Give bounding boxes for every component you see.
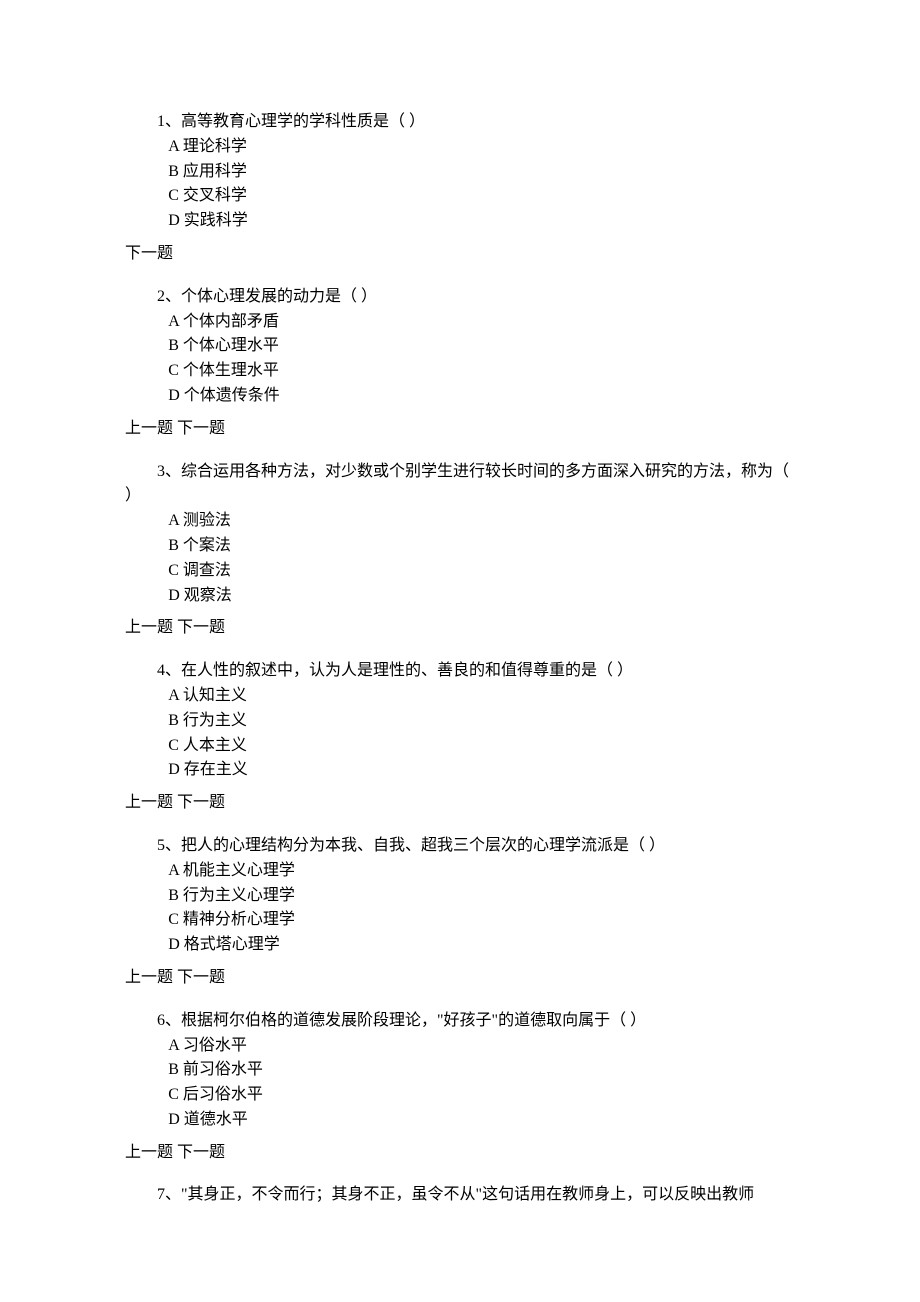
question-6-option-b: B 前习俗水平 (125, 1058, 795, 1083)
nav-2: 上一题 下一题 (125, 417, 795, 442)
next-link[interactable]: 下一题 (177, 969, 225, 986)
document-page: 1、高等教育心理学的学科性质是（ ） A 理论科学 B 应用科学 C 交叉科学 … (0, 0, 920, 1276)
next-link[interactable]: 下一题 (125, 245, 173, 262)
question-5-stem: 5、把人的心理结构分为本我、自我、超我三个层次的心理学流派是（ ） (125, 834, 795, 859)
question-2-option-b: B 个体心理水平 (125, 334, 795, 359)
question-5-option-a: A 机能主义心理学 (125, 859, 795, 884)
question-1-stem: 1、高等教育心理学的学科性质是（ ） (125, 110, 795, 135)
nav-4: 上一题 下一题 (125, 791, 795, 816)
question-6-stem: 6、根据柯尔伯格的道德发展阶段理论，"好孩子"的道德取向属于（ ） (125, 1009, 795, 1034)
question-5: 5、把人的心理结构分为本我、自我、超我三个层次的心理学流派是（ ） A 机能主义… (125, 834, 795, 958)
question-1-option-c: C 交叉科学 (125, 184, 795, 209)
question-1: 1、高等教育心理学的学科性质是（ ） A 理论科学 B 应用科学 C 交叉科学 … (125, 110, 795, 234)
question-3-option-d: D 观察法 (125, 584, 795, 609)
question-5-option-d: D 格式塔心理学 (125, 933, 795, 958)
question-1-option-b: B 应用科学 (125, 160, 795, 185)
prev-link[interactable]: 上一题 (125, 794, 173, 811)
question-4-option-a: A 认知主义 (125, 684, 795, 709)
question-4-option-c: C 人本主义 (125, 734, 795, 759)
prev-link[interactable]: 上一题 (125, 969, 173, 986)
question-4: 4、在人性的叙述中，认为人是理性的、善良的和值得尊重的是（ ） A 认知主义 B… (125, 659, 795, 783)
question-4-option-b: B 行为主义 (125, 709, 795, 734)
nav-1: 下一题 (125, 242, 795, 267)
question-2-option-d: D 个体遗传条件 (125, 384, 795, 409)
question-3-option-a: A 测验法 (125, 509, 795, 534)
question-3-option-b: B 个案法 (125, 534, 795, 559)
question-3-option-c: C 调查法 (125, 559, 795, 584)
nav-5: 上一题 下一题 (125, 966, 795, 991)
question-6-option-a: A 习俗水平 (125, 1034, 795, 1059)
question-2-option-a: A 个体内部矛盾 (125, 310, 795, 335)
next-link[interactable]: 下一题 (177, 1144, 225, 1161)
question-7: 7、"其身正，不令而行；其身不正，虽令不从"这句话用在教师身上，可以反映出教师 (125, 1183, 795, 1208)
question-2-option-c: C 个体生理水平 (125, 359, 795, 384)
question-2-stem: 2、个体心理发展的动力是（ ） (125, 285, 795, 310)
nav-6: 上一题 下一题 (125, 1141, 795, 1166)
question-3: 3、综合运用各种方法，对少数或个别学生进行较长时间的多方面深入研究的方法，称为（… (125, 460, 795, 609)
prev-link[interactable]: 上一题 (125, 420, 173, 437)
prev-link[interactable]: 上一题 (125, 619, 173, 636)
question-4-option-d: D 存在主义 (125, 758, 795, 783)
question-1-option-d: D 实践科学 (125, 209, 795, 234)
next-link[interactable]: 下一题 (177, 619, 225, 636)
question-7-stem: 7、"其身正，不令而行；其身不正，虽令不从"这句话用在教师身上，可以反映出教师 (125, 1183, 795, 1208)
next-link[interactable]: 下一题 (177, 420, 225, 437)
question-5-option-b: B 行为主义心理学 (125, 884, 795, 909)
question-3-stem: 3、综合运用各种方法，对少数或个别学生进行较长时间的多方面深入研究的方法，称为（… (125, 460, 795, 510)
question-6: 6、根据柯尔伯格的道德发展阶段理论，"好孩子"的道德取向属于（ ） A 习俗水平… (125, 1009, 795, 1133)
next-link[interactable]: 下一题 (177, 794, 225, 811)
nav-3: 上一题 下一题 (125, 616, 795, 641)
question-6-option-c: C 后习俗水平 (125, 1083, 795, 1108)
question-5-option-c: C 精神分析心理学 (125, 908, 795, 933)
question-1-option-a: A 理论科学 (125, 135, 795, 160)
prev-link[interactable]: 上一题 (125, 1144, 173, 1161)
question-2: 2、个体心理发展的动力是（ ） A 个体内部矛盾 B 个体心理水平 C 个体生理… (125, 285, 795, 409)
question-4-stem: 4、在人性的叙述中，认为人是理性的、善良的和值得尊重的是（ ） (125, 659, 795, 684)
question-6-option-d: D 道德水平 (125, 1108, 795, 1133)
